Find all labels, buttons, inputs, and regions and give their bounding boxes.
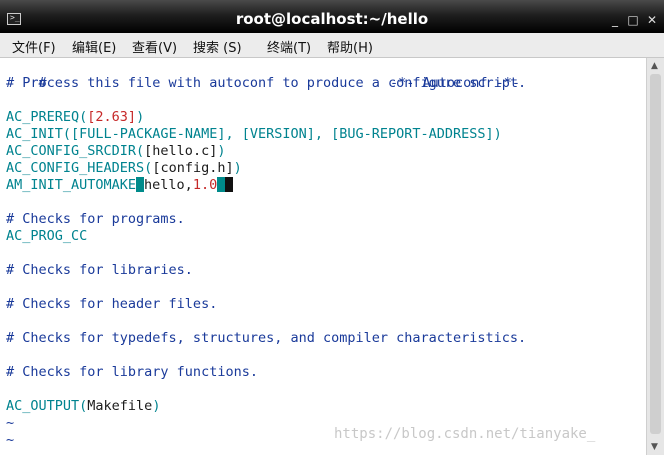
menu-file[interactable]: 文件(F)	[12, 37, 56, 56]
macro-text: )	[493, 126, 502, 142]
window-title: root@localhost:~/hello	[235, 10, 429, 28]
terminal-editor[interactable]: # -*- Autoconf -*- # Process this file wi…	[0, 58, 646, 455]
menu-help[interactable]: 帮助(H)	[327, 37, 373, 56]
editor-line: # Checks for library functions.	[6, 364, 258, 380]
close-button[interactable]: ✕	[645, 13, 659, 27]
empty-line-marker: ~	[6, 432, 15, 448]
minimize-button[interactable]: _	[608, 13, 622, 27]
watermark: https://blog.csdn.net/tianyake_	[334, 426, 596, 442]
macro-text: )	[217, 143, 226, 159]
editor-line: # Checks for libraries.	[6, 262, 193, 278]
scroll-down-icon[interactable]: ▼	[651, 442, 658, 452]
macro-text: AC_INIT(	[6, 126, 72, 142]
editor-line: # Checks for programs.	[6, 211, 185, 227]
macro-text: AC_CONFIG_SRCDIR(	[6, 143, 145, 159]
menu-search[interactable]: 搜索 (S)	[193, 37, 242, 56]
menu-terminal[interactable]: 终端(T)	[267, 37, 311, 56]
scroll-up-icon[interactable]: ▲	[651, 61, 658, 71]
macro-text: [FULL-PACKAGE-NAME], [VERSION], [BUG-REP…	[71, 126, 494, 142]
editor-line: AC_CONFIG_SRCDIR([hello.c])	[6, 143, 225, 160]
editor-line: AC_PREREQ([2.63])	[6, 109, 144, 126]
editor-line: AC_CONFIG_HEADERS([config.h])	[6, 160, 242, 177]
vertical-scrollbar[interactable]: ▲ ▼	[646, 58, 664, 455]
editor-line: AM_INIT_AUTOMAKE hello,1.0	[6, 177, 234, 194]
scrollbar-thumb[interactable]	[650, 74, 661, 434]
macro-text: AC_OUTPUT(	[6, 398, 88, 414]
macro-text: )	[152, 398, 161, 414]
macro-text: AC_PREREQ(	[6, 109, 88, 125]
editor-line: AC_OUTPUT(Makefile)	[6, 398, 160, 415]
string-text: 1.0	[192, 177, 218, 193]
menu-view[interactable]: 查看(V)	[132, 37, 177, 56]
argument-text: hello,	[144, 177, 193, 193]
menu-bar: 文件(F) 编辑(E) 查看(V) 搜索 (S) 终端(T) 帮助(H)	[0, 33, 664, 58]
string-text: [2.63]	[87, 109, 137, 125]
match-highlight	[136, 177, 145, 192]
macro-text: AM_INIT_AUTOMAKE	[6, 177, 137, 193]
empty-line-marker: ~	[6, 415, 15, 431]
maximize-button[interactable]: □	[626, 13, 640, 27]
argument-text: Makefile	[87, 398, 153, 414]
macro-text: )	[136, 109, 145, 125]
match-highlight	[217, 177, 226, 192]
macro-text: AC_CONFIG_HEADERS(	[6, 160, 153, 176]
argument-text: [hello.c]	[144, 143, 218, 159]
editor-line: AC_PROG_CC	[6, 228, 88, 244]
macro-text: )	[233, 160, 242, 176]
editor-line: # Checks for header files.	[6, 296, 218, 312]
editor-line: # Checks for typedefs, structures, and c…	[6, 330, 527, 346]
editor-line: AC_INIT([FULL-PACKAGE-NAME], [VERSION], …	[6, 126, 502, 143]
title-bar: >_ root@localhost:~/hello _ □ ✕	[0, 0, 664, 33]
editor-line: # Process this file with autoconf to pro…	[6, 75, 527, 91]
text-cursor	[225, 177, 234, 192]
argument-text: [config.h]	[152, 160, 234, 176]
menu-edit[interactable]: 编辑(E)	[72, 37, 116, 56]
editor-line: # -*- Autoconf -*-	[6, 58, 521, 91]
